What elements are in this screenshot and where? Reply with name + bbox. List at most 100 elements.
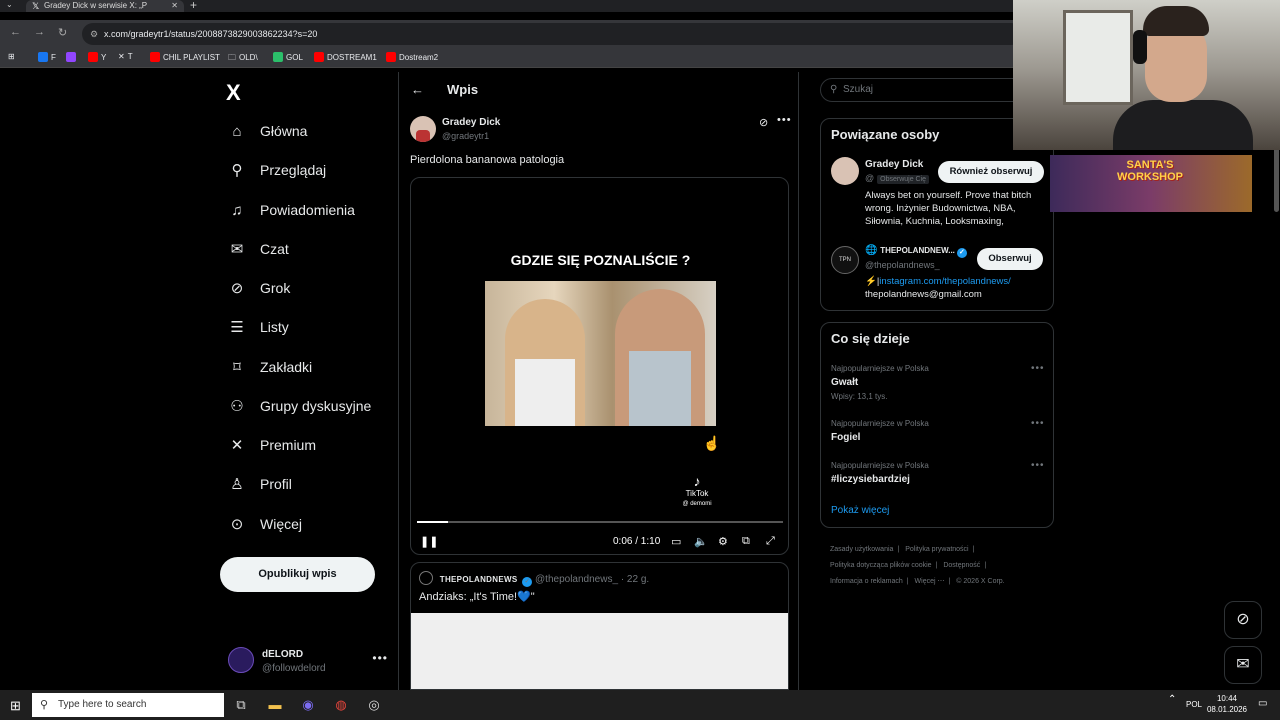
trend-name[interactable]: #liczysiebardziej [831,474,910,485]
nav-more[interactable]: ⊙ Więcej [228,510,302,538]
video-player[interactable]: GDZIE SIĘ POZNALIŚCIE ? ♪ TikTok @ demom… [410,177,789,555]
obs-icon[interactable]: ◎ [363,695,385,715]
nav-premium[interactable]: ✕ Premium [228,431,316,459]
webcam-overlay [1013,0,1280,150]
author-avatar[interactable] [410,116,436,142]
avatar[interactable] [831,157,859,185]
bio-link[interactable]: instagram.com/thepolandnews/ [879,276,1011,287]
bookmark-dostream2[interactable]: Dostream2 [386,52,438,62]
right-sidebar: ⚲ Szukaj Powiązane osoby Gradey Dick @ Ob… [818,72,1058,690]
nav-communities[interactable]: ⚇ Grupy dyskusyjne [228,392,371,420]
trends-panel: Co się dzieje Najpopularniejsze w Polska… [820,322,1054,528]
back-icon[interactable]: ← [10,26,21,38]
captions-icon[interactable]: ▭ [671,535,681,548]
bookmark-gol[interactable]: GOL [273,52,303,62]
reload-icon[interactable]: ↻ [58,26,67,39]
video-caption: GDZIE SIĘ POZNALIŚCIE ? [510,252,691,268]
nav-profile[interactable]: ♙ Profil [228,470,292,498]
nav-explore[interactable]: ⚲ Przeglądaj [228,156,327,184]
panel-title: Co się dzieje [831,331,910,346]
bookmark-folder-old[interactable]: 🗀 OLD\ [228,52,258,66]
volume-icon[interactable]: 🔈 [694,535,708,548]
windows-start-icon[interactable]: ⊞ [10,698,21,714]
bookmark-dostream1[interactable]: DOSTREAM1 [314,52,377,62]
settings-gear-icon[interactable]: ⚙ [718,535,728,548]
video-person-left [505,299,585,426]
person-bio: Always bet on yourself. Prove that bitch… [865,190,1032,227]
headset-icon [1133,30,1147,64]
pip-icon[interactable]: ⧉ [742,535,750,548]
trend-more-icon[interactable]: ••• [1031,363,1045,374]
home-icon: ⌂ [232,122,242,140]
grok-fab-icon[interactable]: ⊘ [1224,601,1262,639]
trend-name[interactable]: Gwałt [831,377,858,388]
grok-explain-icon[interactable]: ⊘ [759,116,768,129]
quote-media[interactable] [411,613,788,689]
apps-icon[interactable]: ⊞ [8,52,15,61]
post-button[interactable]: Opublikuj wpis [220,557,375,592]
follow-button[interactable]: Obserwuj [977,248,1043,270]
author-name[interactable]: Gradey Dick [442,117,500,128]
bio-email: thepolandnews@gmail.com [865,289,982,300]
page-scrollbar[interactable] [1273,72,1280,690]
quoted-post[interactable]: THEPOLANDNEWS ✓ @thepolandnews_ · 22 g. … [410,562,789,690]
trend-more-icon[interactable]: ••• [1031,460,1045,471]
nav-bookmarks[interactable]: ⌑ Zakładki [228,353,312,381]
post-more-icon[interactable]: ••• [777,114,792,126]
follows-you-badge: Obserwuje Cię [877,175,930,184]
bookmark-f[interactable]: F [38,52,56,62]
notifications-icon[interactable]: ▭ [1258,698,1267,709]
show-more-link[interactable]: Pokaż więcej [831,505,889,516]
discord-icon[interactable]: ◉ [297,695,319,715]
avatar[interactable]: TPN [831,246,859,274]
trend-meta: Najpopularniejsze w Polska [831,461,929,470]
file-explorer-icon[interactable]: ▬ [264,695,286,715]
search-icon: ⚲ [40,699,49,711]
verified-badge-icon: ✓ [956,248,967,258]
taskbar-search-input[interactable]: ⚲ Type here to search [32,693,224,717]
more-icon[interactable]: ••• [372,651,388,665]
url-field[interactable]: ⚙ x.com/gradeytr1/status/200887382900386… [82,23,1022,45]
language-indicator[interactable]: POL [1186,700,1202,709]
site-info-icon[interactable]: ⚙ [90,23,98,45]
trend-more-icon[interactable]: ••• [1031,418,1045,429]
trend-name[interactable]: Fogiel [831,432,860,443]
bookmark-t[interactable]: ✕ T [118,52,133,61]
nav-home[interactable]: ⌂ Główna [228,117,307,145]
search-input[interactable]: ⚲ Szukaj [820,78,1030,102]
nav-lists[interactable]: ☰ Listy [228,313,289,341]
nav-chat[interactable]: ✉ Czat [228,235,289,263]
chrome-icon[interactable]: ◍ [330,695,352,715]
browser-tab[interactable]: 𝕏 Gradey Dick w serwisie X: „P ✕ [26,0,184,12]
person-name[interactable]: Gradey Dick [865,159,923,170]
webcam-person-hair [1143,6,1209,36]
bookmark-y[interactable]: Y [88,52,106,62]
messages-fab-icon[interactable]: ✉ [1224,646,1262,684]
verified-badge-icon: ✓ [522,577,533,587]
trend-meta: Najpopularniejsze w Polska [831,419,929,428]
list-icon: ☰ [230,319,244,336]
account-switcher[interactable]: dELORD @followdelord ••• [228,645,388,679]
bookmark-chil-playlist[interactable]: CHIL PLAYLIST [150,52,220,62]
tray-expand-icon[interactable]: ⌃ [1168,694,1176,705]
nav-notifications[interactable]: ♫ Powiadomienia [228,196,355,224]
fullscreen-icon[interactable]: ⤢ [766,535,775,548]
tab-search-icon[interactable]: ⌄ [6,0,13,9]
x-logo-icon[interactable]: X [226,80,241,106]
follow-back-button[interactable]: Również obserwuj [938,161,1044,183]
taskbar-clock[interactable]: 10:44 08.01.2026 [1202,693,1252,715]
post-header: ← Wpis [399,80,799,102]
back-arrow-icon[interactable]: ← [411,82,424,97]
task-view-icon[interactable]: ⧉ [230,695,252,715]
video-progress-bar[interactable] [417,521,783,523]
bookmark-twitch[interactable] [66,52,79,62]
account-name: dELORD [262,649,304,660]
nav-grok[interactable]: ⊘ Grok [228,274,291,302]
author-handle[interactable]: @gradeytr1 [442,131,489,141]
person-name[interactable]: 🌐 THEPOLANDNEW... ✓ [865,245,967,258]
close-tab-icon[interactable]: ✕ [171,0,178,12]
pause-icon[interactable]: ❚❚ [420,535,438,548]
new-tab-icon[interactable]: + [190,0,197,12]
panel-title: Powiązane osoby [831,127,940,142]
forward-icon[interactable]: → [34,26,45,38]
